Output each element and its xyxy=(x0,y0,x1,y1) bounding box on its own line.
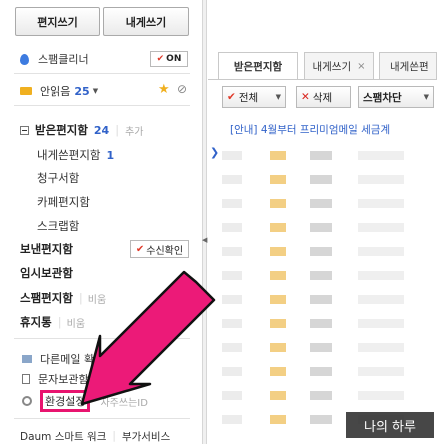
unread-count: 25 xyxy=(74,84,90,98)
water-drop-icon xyxy=(20,53,29,65)
mail-row[interactable] xyxy=(208,218,437,238)
write-to-self-button[interactable]: 내게쓰기 xyxy=(103,7,189,36)
empty-spam-link[interactable]: 비움 xyxy=(88,291,106,306)
collapse-icon[interactable] xyxy=(20,125,29,135)
folder-label: 스팸편지함 xyxy=(20,291,73,305)
settings-row[interactable]: 환경설정 자주쓰는ID xyxy=(22,390,148,412)
star-icon[interactable]: ★ xyxy=(158,82,170,97)
folder-label: 보낸편지함 xyxy=(20,242,73,256)
chevron-down-icon: ▼ xyxy=(275,93,281,101)
folder-label: 청구서함 xyxy=(37,171,80,185)
folder-count: 24 xyxy=(93,123,110,137)
pane-splitter[interactable] xyxy=(202,0,207,444)
other-mail-check[interactable]: 다른메일 확 xyxy=(22,350,94,368)
mail-row[interactable] xyxy=(208,146,437,166)
folder-label: 스크랩함 xyxy=(37,219,80,233)
folder-scrap[interactable]: 스크랩함 xyxy=(37,217,79,235)
spam-cleaner-row[interactable]: 스팸클리너 xyxy=(20,50,89,68)
separator: | xyxy=(57,315,62,329)
watermark: 나의 하루 xyxy=(346,412,434,438)
smart-work-link[interactable]: Daum 스마트 워크 xyxy=(20,429,106,444)
folder-trash[interactable]: 휴지통 | 비움 xyxy=(20,313,85,331)
read-receipt-label: 수신확인 xyxy=(146,245,184,257)
envelope-icon xyxy=(20,87,32,95)
spam-block-button[interactable]: 스팸차단 ▼ xyxy=(358,86,434,108)
mail-row[interactable] xyxy=(208,290,437,310)
unread-label: 안읽음 xyxy=(40,85,71,98)
divider xyxy=(14,418,190,419)
footer-links: Daum 스마트 워크 | 부가서비스 xyxy=(20,427,170,444)
folder-cafe[interactable]: 카페편지함 xyxy=(37,193,90,211)
mail-row[interactable] xyxy=(208,338,437,358)
tab-compose[interactable]: 내게쓰기 × xyxy=(304,52,374,79)
gear-icon xyxy=(22,396,32,406)
check-icon: ✔ xyxy=(156,54,165,64)
sms-storage[interactable]: 문자보관함 xyxy=(22,370,89,388)
check-icon: ✔ xyxy=(227,91,236,103)
separator: | xyxy=(115,123,120,137)
mail-row[interactable] xyxy=(208,170,437,190)
extra-services-link[interactable]: 부가서비스 xyxy=(122,429,170,444)
divider xyxy=(208,79,437,80)
tab-label: 내게쓰기 xyxy=(312,60,352,73)
divider xyxy=(14,105,190,106)
settings-link[interactable]: 환경설정 xyxy=(40,390,91,412)
add-folder-link[interactable]: 추가 xyxy=(125,123,143,138)
spam-cleaner-label: 스팸클리너 xyxy=(38,53,89,66)
mail-icon xyxy=(22,355,32,363)
folder-label: 임시보관함 xyxy=(20,266,73,280)
notice-mail-row[interactable]: [안내] 4월부터 프리미엄메일 세금계 xyxy=(230,122,390,137)
mail-list-pane: 받은편지함 내게쓰기 × 내게쓴편 ✔ 전체 ▼ ✕ 삭제 스팸차단 ▼ [안내… xyxy=(208,0,437,444)
mail-row[interactable] xyxy=(208,314,437,334)
sidebar: 편지쓰기 내게쓰기 스팸클리너 ✔ ON 안읽음 25 ▼ ★ ⊘ 받은편지함 … xyxy=(0,0,202,444)
mail-row[interactable] xyxy=(208,362,437,382)
compose-button[interactable]: 편지쓰기 xyxy=(15,7,100,36)
mail-row[interactable] xyxy=(208,242,437,262)
toggle-label: ON xyxy=(166,54,182,64)
select-all-label: 전체 xyxy=(238,91,259,104)
paperclip-icon[interactable]: ⊘ xyxy=(177,82,187,96)
divider xyxy=(14,338,190,339)
sms-storage-label: 문자보관함 xyxy=(38,373,89,386)
mail-row[interactable] xyxy=(208,266,437,286)
folder-drafts[interactable]: 임시보관함 xyxy=(20,264,73,282)
chevron-down-icon: ▼ xyxy=(423,93,429,101)
mail-row[interactable] xyxy=(208,194,437,214)
delete-label: 삭제 xyxy=(312,91,333,104)
read-receipt-button[interactable]: ✔ 수신확인 xyxy=(130,240,189,258)
frequent-id-link[interactable]: 자주쓰는ID xyxy=(100,394,147,409)
folder-label: 내게쓴편지함 xyxy=(37,148,101,162)
divider xyxy=(14,73,190,74)
spam-cleaner-toggle[interactable]: ✔ ON xyxy=(150,51,188,67)
tab-self-sent[interactable]: 내게쓴편 xyxy=(379,52,437,79)
separator: | xyxy=(112,430,116,442)
select-all-button[interactable]: ✔ 전체 ▼ xyxy=(222,86,286,108)
empty-trash-link[interactable]: 비움 xyxy=(67,315,85,330)
folder-self-sent[interactable]: 내게쓴편지함 1 xyxy=(37,146,114,164)
folder-label: 받은편지함 xyxy=(35,123,88,137)
tab-label: 내게쓴편 xyxy=(390,60,429,73)
chevron-left-icon[interactable]: ◀ xyxy=(202,236,207,244)
folder-label: 휴지통 xyxy=(20,315,52,329)
other-mail-label: 다른메일 확 xyxy=(40,353,95,366)
mail-row[interactable] xyxy=(208,386,437,406)
folder-count: 1 xyxy=(106,148,115,162)
folder-spam[interactable]: 스팸편지함 | 비움 xyxy=(20,289,106,307)
folder-inbox[interactable]: 받은편지함 24 | 추가 xyxy=(20,121,144,139)
spam-block-label: 스팸차단 xyxy=(363,91,402,104)
folder-bill[interactable]: 청구서함 xyxy=(37,169,79,187)
separator: | xyxy=(78,291,83,305)
unread-filter[interactable]: 안읽음 25 ▼ xyxy=(20,82,98,100)
delete-x-icon: ✕ xyxy=(301,91,310,103)
delete-button[interactable]: ✕ 삭제 xyxy=(296,86,351,108)
phone-icon xyxy=(22,374,30,384)
folder-label: 카페편지함 xyxy=(37,195,90,209)
tab-label: 받은편지함 xyxy=(233,61,283,73)
close-icon[interactable]: × xyxy=(357,61,365,72)
tab-inbox[interactable]: 받은편지함 xyxy=(218,52,298,80)
chevron-down-icon: ▼ xyxy=(92,87,99,95)
check-icon: ✔ xyxy=(135,243,145,255)
folder-sent[interactable]: 보낸편지함 xyxy=(20,240,73,258)
